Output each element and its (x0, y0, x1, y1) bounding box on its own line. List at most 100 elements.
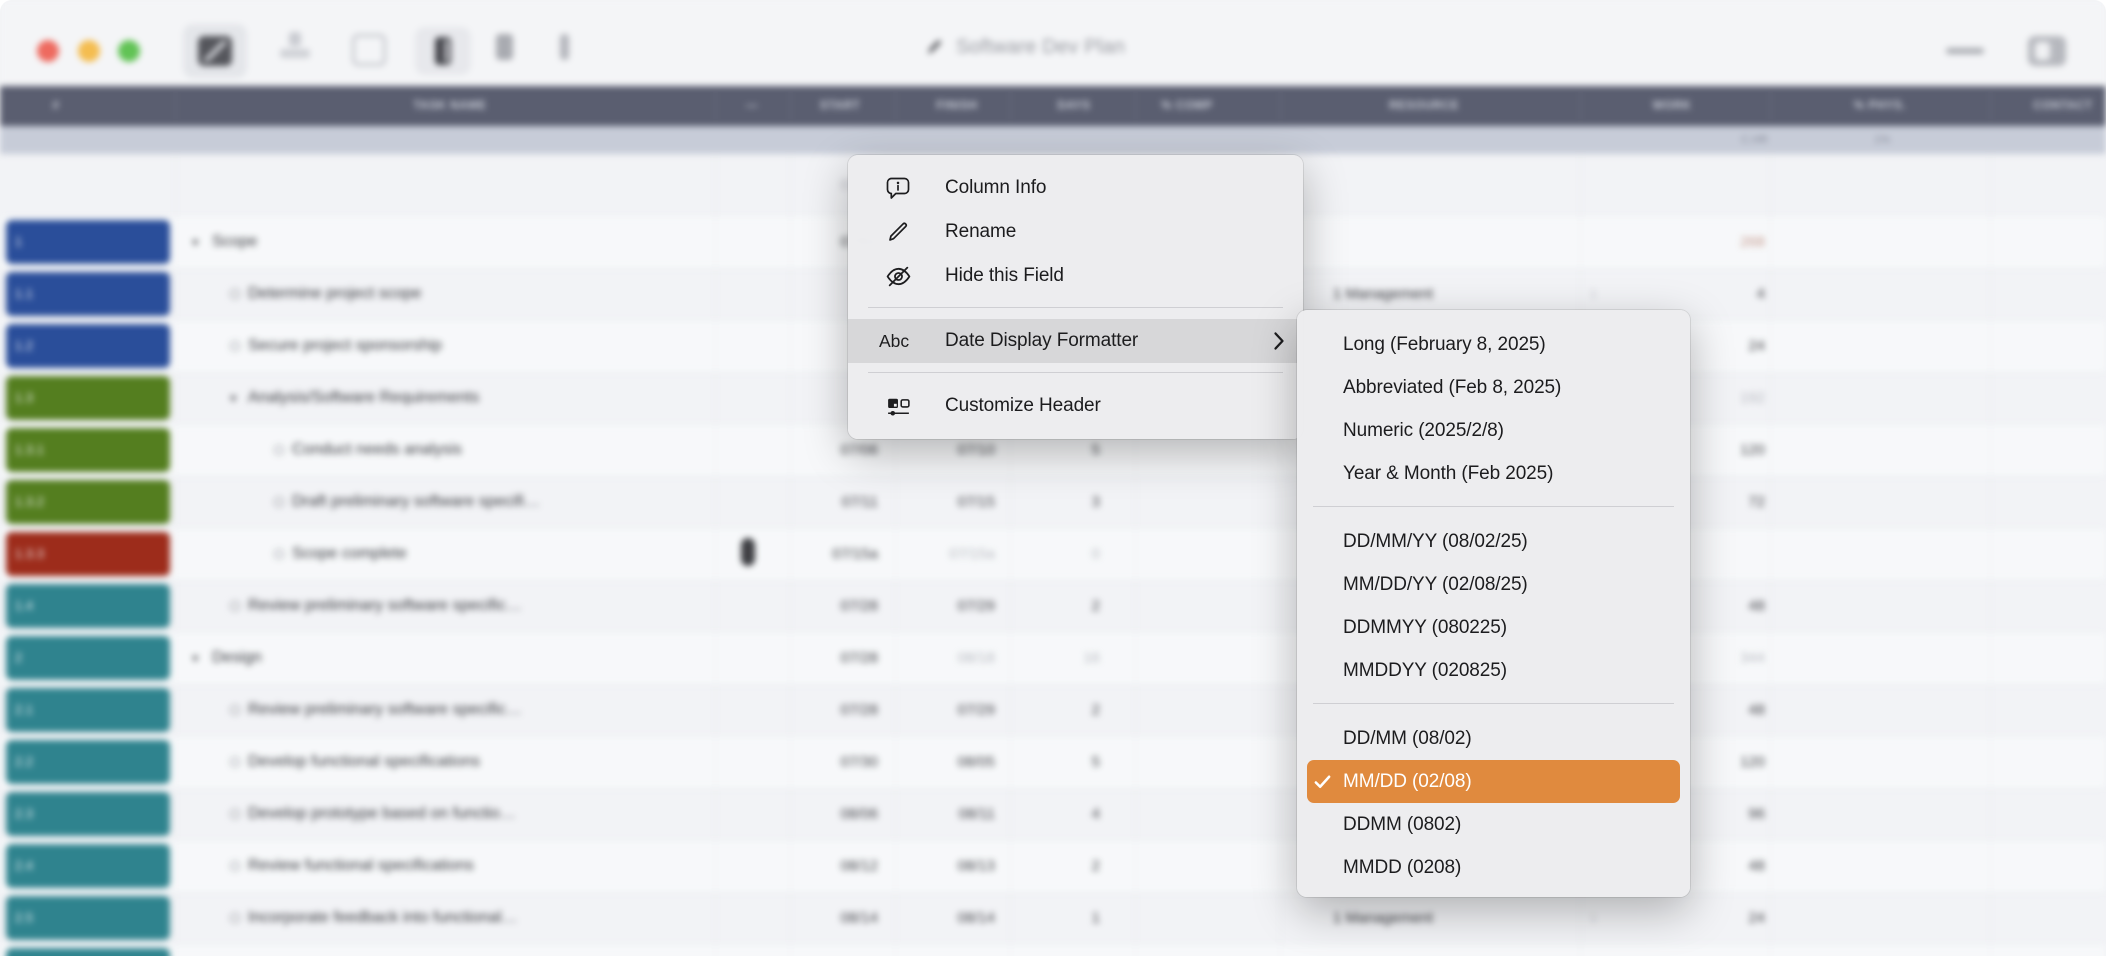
task-name: Determine project scope (248, 285, 421, 303)
submenu-item-mm-dd-yy-02-08-25[interactable]: MM/DD/YY (02/08/25) (1297, 563, 1690, 606)
work-value: 344 (1740, 650, 1765, 667)
dark-panel-icon[interactable] (415, 27, 471, 75)
row-marker-icon[interactable]: ▾ (192, 652, 199, 665)
submenu-item-dd-mm-08-02[interactable]: DD/MM (08/02) (1297, 717, 1690, 760)
submenu-item-mmddyy-020825[interactable]: MMDDYY (020825) (1297, 649, 1690, 692)
submenu-item-abbreviated-feb-8-2025[interactable]: Abbreviated (Feb 8, 2025) (1297, 366, 1690, 409)
task-id-badge: 1 (6, 220, 170, 264)
column-header-resource[interactable]: RESOURCE (1389, 100, 1459, 112)
row-marker-icon[interactable] (274, 497, 284, 507)
finish-date: 07/29 (957, 702, 995, 719)
row-marker-icon[interactable]: ▾ (230, 392, 237, 405)
menu-item-label: Column Info (945, 177, 1046, 199)
column-header-comp[interactable]: % COMP (1161, 100, 1213, 112)
titlebar: Software Dev Plan (0, 0, 2106, 86)
column-header-dash[interactable]: # (53, 100, 60, 112)
person-icon[interactable] (280, 32, 310, 58)
submenu-item-year-month-feb-2025[interactable]: Year & Month (Feb 2025) (1297, 452, 1690, 495)
row-marker-icon[interactable] (230, 705, 240, 715)
pen-icon (925, 38, 944, 57)
task-id: 1.3.1 (15, 443, 44, 457)
finish-date: 08/11 (959, 806, 995, 823)
row-marker-icon[interactable] (230, 913, 240, 923)
row-marker-icon[interactable] (230, 601, 240, 611)
column-header-finish[interactable]: FINISH (936, 100, 977, 112)
submenu-item-label: Year & Month (Feb 2025) (1343, 463, 1553, 485)
info-balloon-icon (870, 175, 926, 201)
task-name: Secure project sponsorship (248, 337, 442, 355)
frame-icon[interactable] (352, 34, 386, 66)
task-id: 1.3.2 (15, 495, 44, 509)
menu-item-customize-header[interactable]: Customize Header (848, 384, 1303, 428)
menu-item-hide-this-field[interactable]: Hide this Field (848, 254, 1303, 298)
header-divider (175, 92, 176, 120)
ellipsis-icon[interactable] (1946, 48, 1984, 54)
table-row[interactable]: 1.3.3 Scope complete 07/15a 07/15a 0 (0, 528, 2106, 581)
row-marker-icon[interactable]: ▾ (192, 236, 199, 249)
task-name: Draft preliminary software specifi… (292, 493, 540, 511)
table-row[interactable]: 1.4 Review preliminary software specific… (0, 580, 2106, 633)
table-row[interactable]: 2.5 Incorporate feedback into functional… (0, 892, 2106, 945)
menu-item-label: Customize Header (945, 395, 1101, 417)
allocation-mark: 1 (1590, 911, 1597, 925)
submenu-item-mm-dd-02-08[interactable]: MM/DD (02/08) (1307, 760, 1680, 803)
table-row[interactable]: 1.3.2 Draft preliminary software specifi… (0, 476, 2106, 529)
submenu-item-dd-mm-yy-08-02-25[interactable]: DD/MM/YY (08/02/25) (1297, 520, 1690, 563)
column-header-task-name[interactable]: TASK NAME (414, 100, 487, 112)
submenu-item-long-february-8-2025[interactable]: Long (February 8, 2025) (1297, 323, 1690, 366)
submenu-item-label: MMDD (0208) (1343, 857, 1461, 879)
close-window-button[interactable] (37, 40, 59, 62)
zoom-window-button[interactable] (118, 40, 140, 62)
minimize-window-button[interactable] (78, 40, 100, 62)
column-header-dash[interactable]: — (746, 100, 758, 112)
header-divider (1580, 92, 1581, 120)
table-row[interactable]: 2.4 Review functional specifications 08/… (0, 840, 2106, 893)
table-row[interactable] (0, 944, 2106, 956)
menu-divider (1313, 703, 1674, 704)
menu-item-rename[interactable]: Rename (848, 210, 1303, 254)
header-divider (715, 92, 716, 120)
row-marker-icon[interactable] (230, 861, 240, 871)
document-title: Software Dev Plan (956, 36, 1125, 59)
row-marker-icon[interactable] (230, 757, 240, 767)
menu-divider (868, 307, 1283, 308)
column-header-work[interactable]: WORK (1653, 100, 1692, 112)
submenu-item-ddmmyy-080225[interactable]: DDMMYY (080225) (1297, 606, 1690, 649)
eye-slash-icon (870, 263, 926, 290)
menu-item-date-display-formatter[interactable]: Abc Date Display Formatter (848, 319, 1303, 363)
submenu-item-numeric-2025-2-8[interactable]: Numeric (2025/2/8) (1297, 409, 1690, 452)
row-marker-icon[interactable] (274, 445, 284, 455)
row-marker-icon[interactable] (230, 289, 240, 299)
task-id: 2.2 (15, 755, 33, 769)
menu-item-column-info[interactable]: Column Info (848, 166, 1303, 210)
task-name: Conduct needs analysis (292, 441, 462, 459)
sidebar-toggle-icon[interactable] (2028, 36, 2066, 66)
table-row[interactable]: 2 ▾ Design 07/28 08/18 16 344 (0, 632, 2106, 685)
task-id-badge: 2 (6, 636, 170, 680)
task-name: Design (212, 649, 262, 667)
submenu-item-ddmm-0802[interactable]: DDMM (0802) (1297, 803, 1690, 846)
task-id-badge (6, 948, 170, 956)
table-row[interactable]: 2.2 Develop functional specifications 07… (0, 736, 2106, 789)
table-row[interactable]: 2.3 Develop prototype based on functio… … (0, 788, 2106, 841)
mouse-cursor (741, 538, 755, 566)
column-header-phys[interactable]: % PHYS. (1854, 100, 1906, 112)
submenu-item-mmdd-0208[interactable]: MMDD (0208) (1297, 846, 1690, 889)
column-header-contact[interactable]: CONTACT (2033, 100, 2093, 112)
row-marker-icon[interactable] (230, 809, 240, 819)
chart-view-icon[interactable] (183, 24, 247, 78)
task-id-badge: 2.4 (6, 844, 170, 888)
finish-date: 08/13 (957, 858, 995, 875)
row-marker-icon[interactable] (230, 341, 240, 351)
document-title-group[interactable]: Software Dev Plan (925, 36, 1125, 59)
table-row[interactable]: 2.1 Review preliminary software specific… (0, 684, 2106, 737)
bar-icon[interactable] (560, 34, 569, 60)
task-id-badge: 2.3 (6, 792, 170, 836)
row-marker-icon[interactable] (274, 549, 284, 559)
panel-icon[interactable] (496, 34, 513, 60)
work-value: 96 (1748, 806, 1765, 823)
column-header-start[interactable]: START (820, 100, 860, 112)
work-value: 120 (1740, 754, 1765, 771)
column-header-days[interactable]: DAYS (1057, 100, 1090, 112)
task-name: Develop prototype based on functio… (248, 805, 516, 823)
